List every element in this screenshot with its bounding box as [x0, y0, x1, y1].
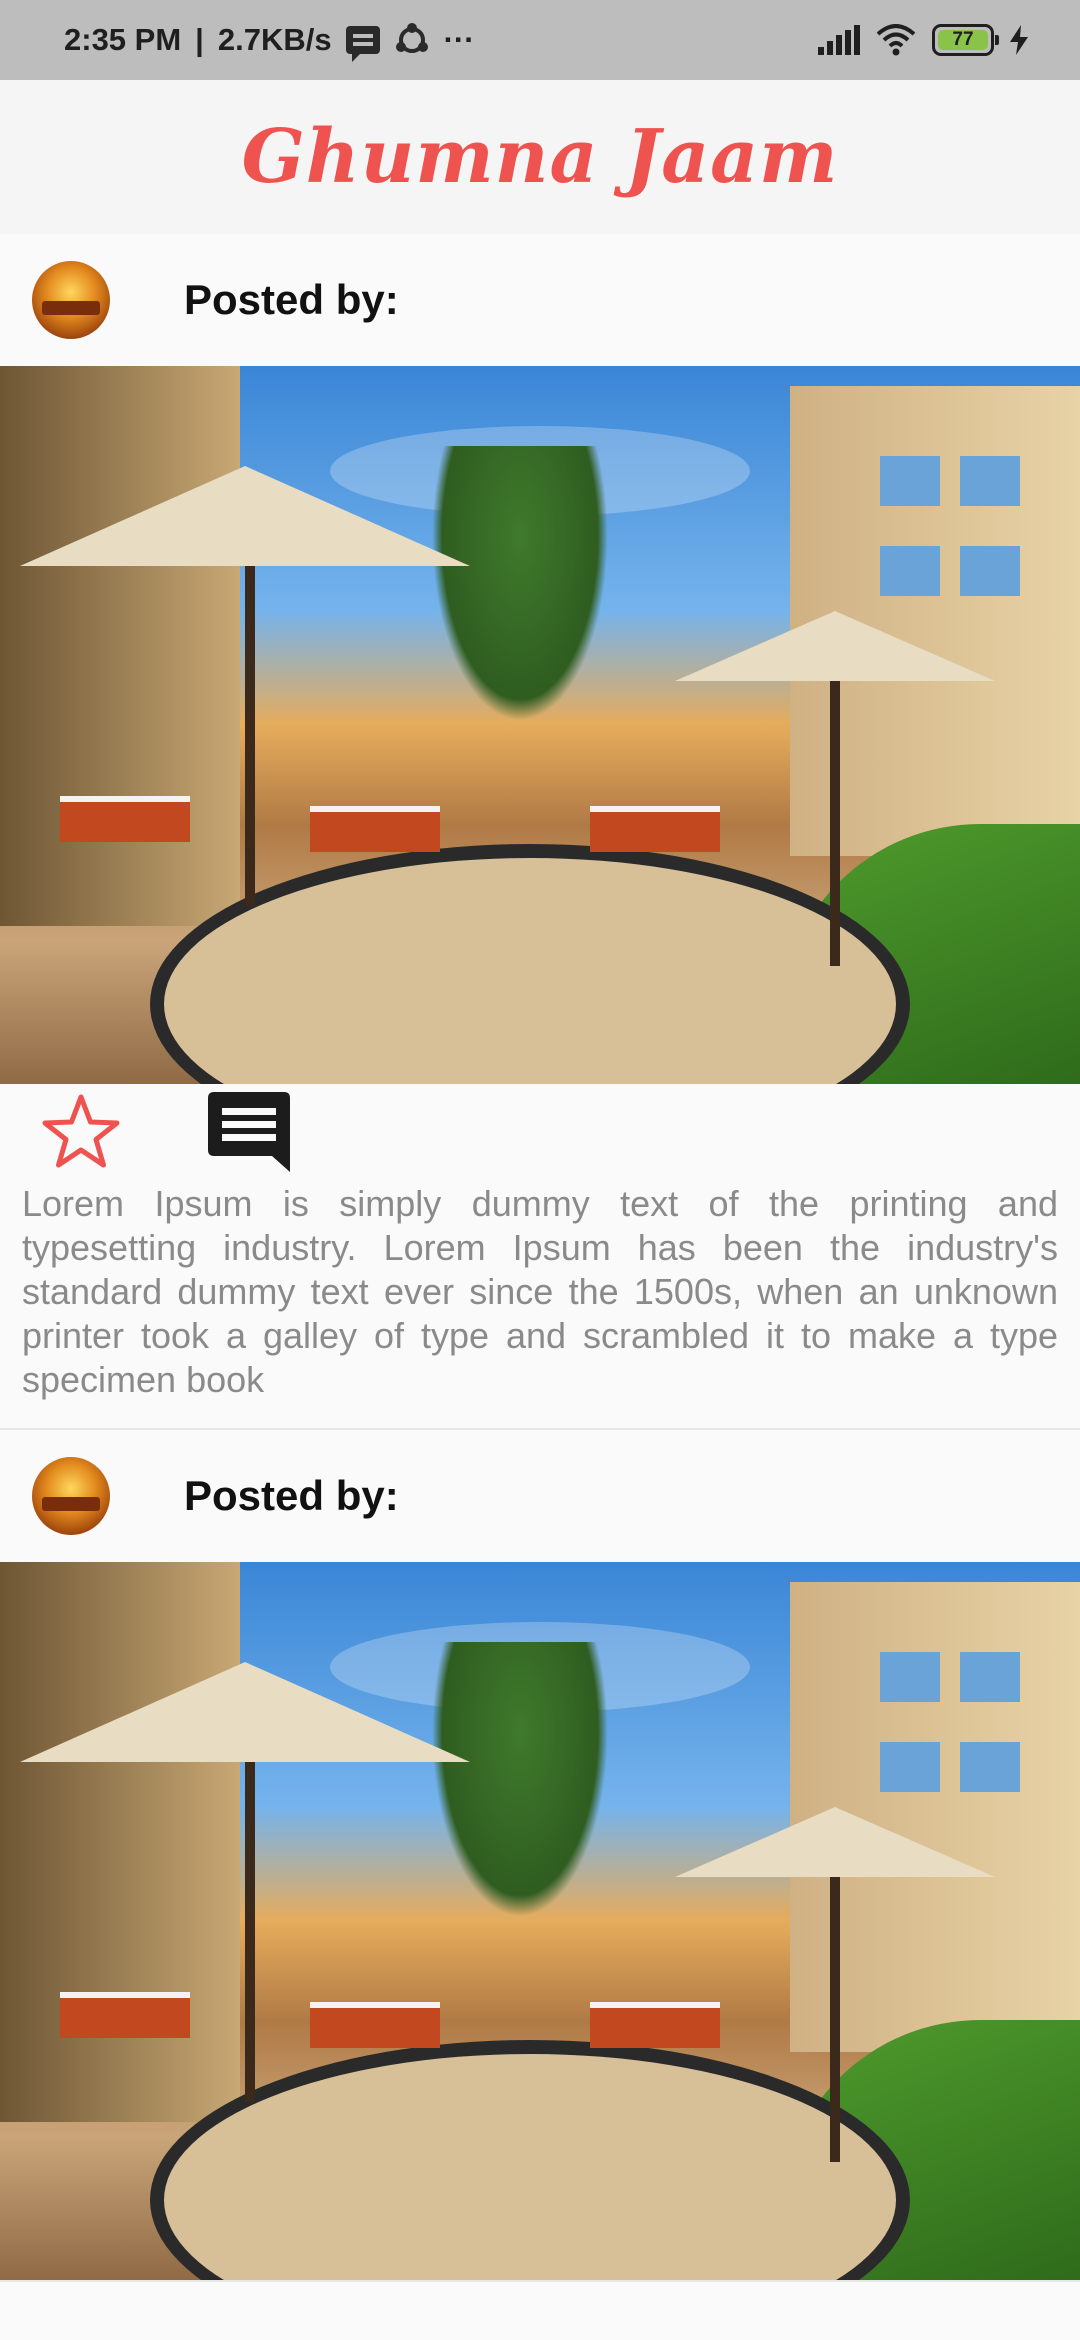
image-umbrella-pole [830, 636, 840, 966]
signal-icon [818, 25, 860, 55]
app-bar: Ghumna Jaam [0, 80, 1080, 234]
post-image[interactable] [0, 1562, 1080, 2280]
image-umbrella [675, 1807, 995, 1877]
post-header[interactable]: Posted by: [0, 1430, 1080, 1562]
status-right: 77 [802, 24, 1028, 56]
posted-by-label: Posted by: [184, 1472, 399, 1519]
avatar[interactable] [32, 1457, 110, 1535]
image-table [590, 2002, 720, 2048]
post-header[interactable]: Posted by: [0, 234, 1080, 366]
comment-icon[interactable] [206, 1090, 292, 1174]
status-left: 2:35 PM | 2.7KB/s ··· [64, 22, 489, 62]
image-table [310, 2002, 440, 2048]
wifi-icon [876, 24, 916, 56]
post-image[interactable] [0, 366, 1080, 1084]
charging-icon [1010, 25, 1028, 55]
image-table [60, 796, 190, 842]
message-icon [345, 26, 380, 62]
post-actions [0, 1084, 1080, 1180]
network-speed: 2.7KB/s [217, 22, 332, 57]
image-table [590, 806, 720, 852]
posted-by-label: Posted by: [184, 276, 399, 323]
sync-icon [395, 23, 428, 53]
feed[interactable]: Posted by: Lorem Ipsum is simply dummy t… [0, 234, 1080, 2282]
post-card[interactable]: Posted by: [0, 234, 1080, 1430]
status-time: 2:35 PM [64, 22, 182, 57]
battery-level: 77 [938, 30, 988, 50]
image-patio [150, 2040, 910, 2280]
image-patio [150, 844, 910, 1084]
status-separator: | [195, 22, 204, 57]
battery-icon: 77 [932, 24, 999, 56]
image-umbrella [675, 611, 995, 681]
app-title: Ghumna Jaam [241, 114, 839, 200]
image-umbrella [20, 466, 470, 566]
image-umbrella-pole [830, 1832, 840, 2162]
star-icon[interactable] [40, 1091, 122, 1173]
status-bar: 2:35 PM | 2.7KB/s ··· 77 [0, 0, 1080, 80]
image-table [60, 1992, 190, 2038]
image-table [310, 806, 440, 852]
avatar[interactable] [32, 261, 110, 339]
post-card[interactable]: Posted by: [0, 1430, 1080, 2282]
post-description: Lorem Ipsum is simply dummy text of the … [22, 1183, 1058, 1400]
image-building-left [0, 366, 240, 926]
image-building-left [0, 1562, 240, 2122]
more-icon: ··· [443, 22, 475, 57]
image-umbrella [20, 1662, 470, 1762]
